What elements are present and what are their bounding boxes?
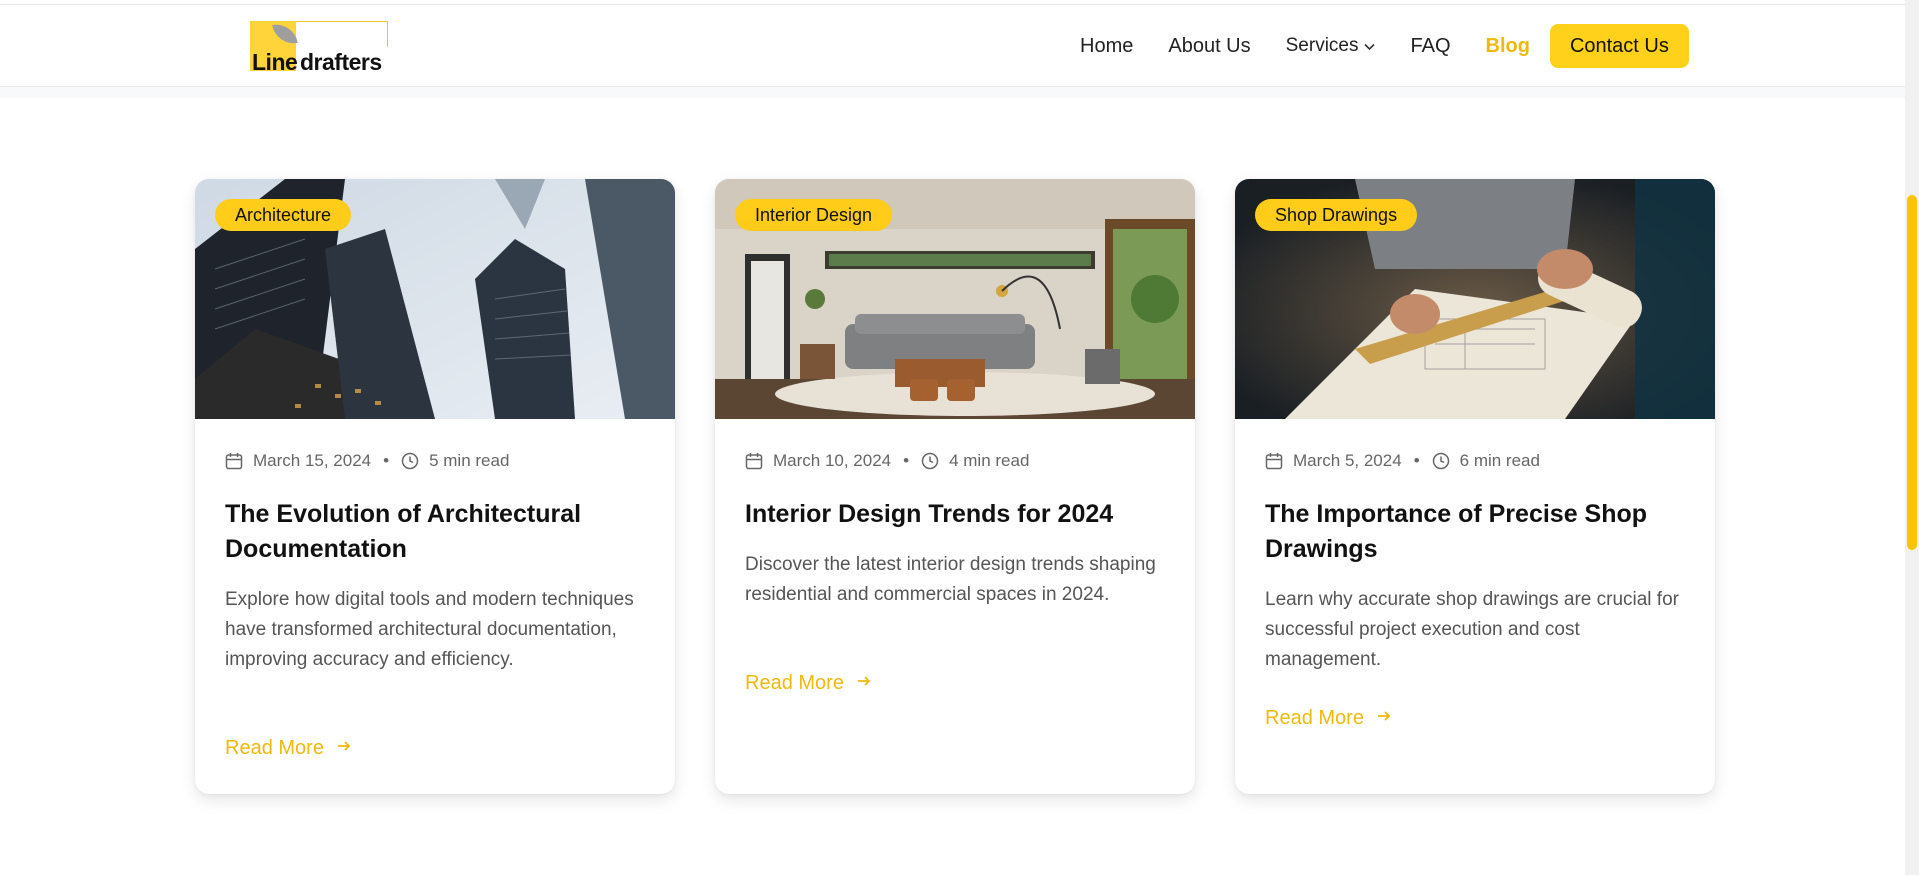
blog-card: Shop Drawings March 5, 2024 • 6 min read… (1235, 179, 1715, 794)
read-more-link[interactable]: Read More (225, 737, 352, 760)
post-title[interactable]: Interior Design Trends for 2024 (745, 497, 1165, 532)
arrow-right-icon (1376, 708, 1392, 729)
post-title[interactable]: The Evolution of Architectural Documenta… (225, 497, 645, 567)
post-excerpt: Learn why accurate shop drawings are cru… (1265, 589, 1679, 670)
read-more-link[interactable]: Read More (1265, 707, 1392, 730)
post-image-living-room[interactable]: Interior Design (715, 179, 1195, 419)
clock-icon (401, 452, 419, 470)
post-meta: March 15, 2024 • 5 min read (225, 451, 509, 471)
nav-faq[interactable]: FAQ (1410, 35, 1450, 58)
main-nav: Home About Us Services FAQ Blog Contact … (1080, 23, 1689, 69)
nav-blog[interactable]: Blog (1486, 35, 1530, 58)
logo-frame (296, 21, 388, 47)
logo-word-line: Line (252, 49, 298, 75)
post-date: March 10, 2024 (773, 451, 892, 470)
post-date: March 15, 2024 (253, 451, 372, 470)
contact-us-button[interactable]: Contact Us (1549, 24, 1689, 68)
blog-section: Architecture March 15, 2024 • 5 min read… (0, 98, 1905, 875)
read-time: 6 min read (1459, 451, 1540, 470)
clock-icon (1432, 452, 1449, 470)
calendar-icon (1265, 453, 1283, 470)
blog-card: Architecture March 15, 2024 • 5 min read… (195, 179, 675, 794)
calendar-icon (745, 453, 763, 470)
nav-services[interactable]: Services (1286, 35, 1376, 57)
nav-services-label: Services (1285, 35, 1359, 56)
category-badge[interactable]: Shop Drawings (1255, 199, 1418, 231)
post-excerpt: Explore how digital tools and modern tec… (225, 589, 634, 670)
site-logo[interactable]: Line drafters (250, 21, 390, 75)
nav-home[interactable]: Home (1080, 35, 1133, 58)
read-more-label: Read More (225, 737, 324, 759)
post-date: March 5, 2024 (1293, 451, 1402, 470)
blog-card: Interior Design March 10, 2024 • 4 min r… (715, 179, 1195, 794)
site-header: Line drafters Home About Us Services FAQ… (0, 5, 1905, 87)
category-badge[interactable]: Architecture (215, 199, 352, 231)
scrollbar-thumb[interactable] (1907, 195, 1917, 550)
arrow-right-icon (856, 673, 872, 694)
meta-separator: • (1413, 451, 1420, 470)
meta-separator: • (383, 451, 390, 470)
category-badge[interactable]: Interior Design (735, 199, 893, 231)
logo-word-drafters: drafters (300, 49, 382, 75)
post-meta: March 5, 2024 • 6 min read (1265, 451, 1540, 471)
read-time: 5 min read (429, 451, 510, 470)
post-image-shop-drawing[interactable]: Shop Drawings (1235, 179, 1715, 419)
post-meta: March 10, 2024 • 4 min read (745, 451, 1029, 471)
post-image-skyscrapers[interactable]: Architecture (195, 179, 675, 419)
read-more-label: Read More (1265, 707, 1364, 729)
post-title[interactable]: The Importance of Precise Shop Drawings (1265, 497, 1685, 567)
read-time: 4 min read (949, 451, 1030, 470)
calendar-icon (225, 453, 243, 470)
arrow-right-icon (336, 738, 352, 759)
read-more-link[interactable]: Read More (745, 672, 872, 695)
nav-about-us[interactable]: About Us (1168, 35, 1250, 58)
meta-separator: • (903, 451, 910, 470)
clock-icon (921, 452, 939, 470)
read-more-label: Read More (745, 672, 844, 694)
chevron-down-icon (1364, 40, 1376, 54)
post-excerpt: Discover the latest interior design tren… (745, 554, 1156, 605)
